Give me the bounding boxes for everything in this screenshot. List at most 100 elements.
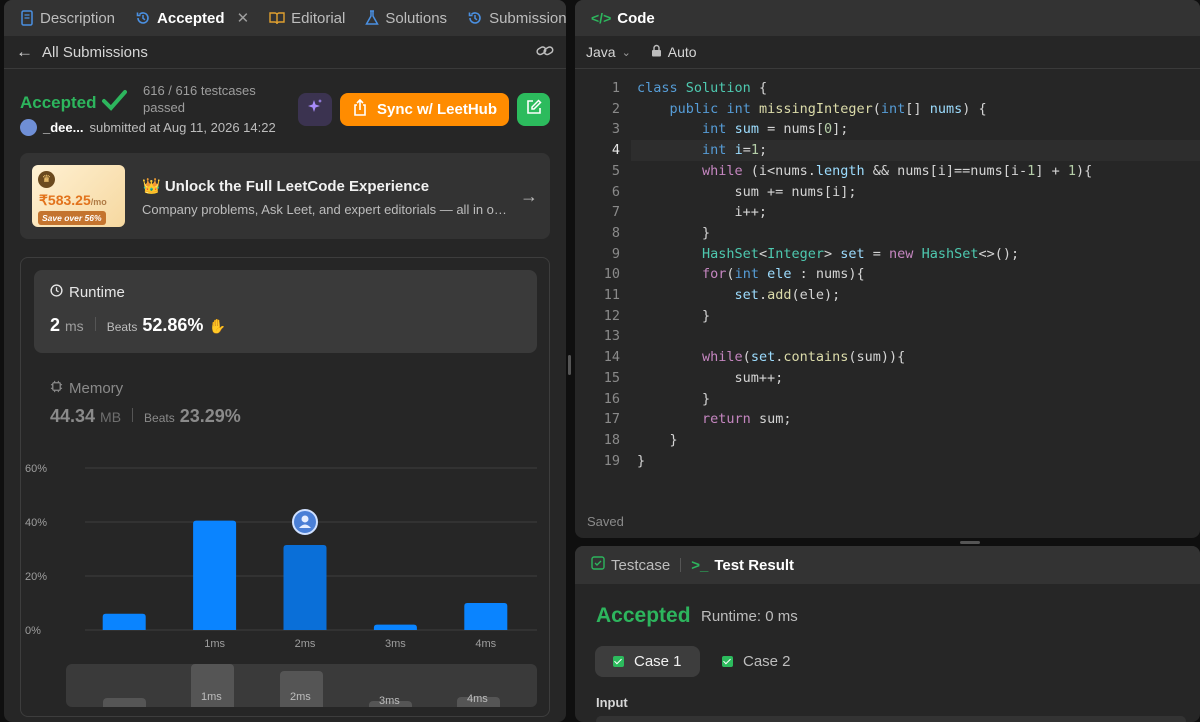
x-tick-label: 2ms [295,638,316,650]
code-line: sum += nums[i]; [637,183,857,200]
tab-test-result[interactable]: >_ Test Result [685,557,800,574]
line-number: 10 [603,266,620,283]
crown-icon: ♛ [38,171,55,188]
premium-promo-banner[interactable]: ♛ ₹583.25/mo Save over 56% 👑 Unlock the … [20,153,550,239]
checkmark-icon [101,90,128,112]
sparkle-icon [306,98,324,121]
line-number: 14 [603,349,620,366]
line-number: 4 [611,142,620,159]
tab-solutions-label: Solutions [385,9,448,27]
premium-price-card: ♛ ₹583.25/mo Save over 56% [32,165,125,227]
vertical-resize-handle[interactable] [960,541,980,544]
case-1-label: Case 1 [634,653,682,670]
memory-card[interactable]: Memory 44.34 MB Beats 23.29% [50,380,241,427]
line-number: 6 [611,183,620,200]
line-number: 15 [603,369,620,386]
code-line: public int missingInteger(int[] nums) { [669,100,987,117]
testcases-count: 616 / 616 testcases [143,83,256,98]
code-editor[interactable]: 1 2 3 4 5 6 7 8 9 10 11 12 13 14 15 16 17 18 19 class Solu… [575,80,1200,480]
tab-test-result-label: Test Result [714,556,795,574]
tab-editorial[interactable]: Editorial [263,10,351,27]
all-submissions-link[interactable]: All Submissions [42,44,148,61]
line-number: 17 [603,411,620,428]
line-number: 1 [611,80,620,96]
runtime-values: 2 ms Beats 52.86% ✋ [50,315,226,336]
line-number: 9 [611,245,620,262]
left-tab-bar: Description Accepted ✕ Editorial Solutio… [4,0,566,36]
checkbox-icon [591,556,605,574]
book-icon [269,11,285,25]
ai-analyze-button[interactable] [298,93,332,126]
clock-icon [50,284,63,301]
memory-label: Memory [69,380,124,397]
line-number: 18 [603,431,620,448]
back-arrow-icon[interactable]: ← [16,42,33,62]
avatar-head [301,515,309,523]
format-mode[interactable]: Auto [668,44,697,60]
code-line: HashSet<Integer> set = new HashSet<>(); [702,245,1020,262]
edit-notes-button[interactable] [517,93,550,126]
link-icon[interactable] [536,43,554,63]
submitter-info: _dee... submitted at Aug 11, 2026 14:22 [20,119,276,136]
line-number: 8 [611,224,620,241]
history-icon [135,10,151,26]
y-tick-label: 40% [25,517,47,529]
tab-accepted[interactable]: Accepted ✕ [129,9,255,27]
code-line: while (i<nums.length && nums[i]==nums[i-… [702,162,1093,179]
terminal-icon: >_ [691,556,709,574]
left-panel: Description Accepted ✕ Editorial Solutio… [4,0,566,722]
tab-accepted-label: Accepted [157,9,225,27]
memory-unit: MB [100,409,122,425]
line-number: 12 [603,307,620,324]
case-2-tab[interactable]: Case 2 [704,646,809,677]
memory-value: 44.34 [50,406,96,426]
tab-submissions[interactable]: Submissions [461,10,566,27]
tab-code[interactable]: </> Code [585,10,661,27]
input-box [596,716,1186,722]
line-number: 11 [603,287,620,303]
submissions-header: ← All Submissions [4,36,566,69]
chip-icon [50,380,63,397]
x-tick-label: 1ms [204,638,225,650]
x-tick-label: 4ms [475,638,496,650]
case-1-tab[interactable]: Case 1 [595,646,700,677]
chart-bar [283,544,327,630]
promo-title: 👑 Unlock the Full LeetCode Experience [142,178,430,195]
code-panel: </> Code Java ⌄ Auto 1 2 3 4 5 6 7 8 9 10 11 12 13 14… [575,0,1200,538]
result-tab-bar: Testcase >_ Test Result [575,546,1200,584]
input-label: Input [596,695,628,710]
sync-label: Sync w/ LeetHub [376,101,498,118]
username[interactable]: _dee... [43,120,83,135]
y-tick-label: 20% [25,571,47,583]
code-line: while(set.contains(sum)){ [702,349,906,366]
panel-resize-handle[interactable] [568,355,571,375]
tab-description[interactable]: Description [14,10,121,27]
avatar[interactable] [20,119,37,136]
runtime-card[interactable]: Runtime 2 ms Beats 52.86% ✋ [34,270,537,353]
code-line: } [637,452,646,469]
chart-range-scrubber[interactable]: 1ms 2ms 3ms 4ms [66,664,537,707]
runtime-unit: ms [65,318,84,334]
tab-description-label: Description [40,9,116,27]
tab-submissions-label: Submissions [489,9,566,27]
sync-leethub-button[interactable]: Sync w/ LeetHub [340,93,509,126]
chevron-down-icon[interactable]: ⌄ [622,46,631,59]
runtime-header: Runtime [50,284,125,301]
promo-subtitle: Company problems, Ask Leet, and expert e… [142,202,512,217]
code-line: int sum = nums[0]; [702,121,849,138]
close-icon[interactable]: ✕ [237,9,250,27]
clap-icon: ✋ [208,318,226,334]
testcases-summary: 616 / 616 testcases passed [143,82,283,116]
memory-values: 44.34 MB Beats 23.29% [50,406,241,427]
premium-per: /mo [90,197,107,207]
chart-bar [193,520,237,630]
flask-icon [365,10,380,26]
result-runtime: Runtime: 0 ms [701,608,798,625]
tab-solutions[interactable]: Solutions [359,10,453,27]
premium-price: ₹583.25 [39,192,91,208]
tab-testcase[interactable]: Testcase [585,556,676,574]
language-select[interactable]: Java [586,44,616,60]
lock-icon [651,44,662,60]
arrow-right-icon[interactable]: → [520,186,538,207]
line-number: 2 [611,100,620,117]
